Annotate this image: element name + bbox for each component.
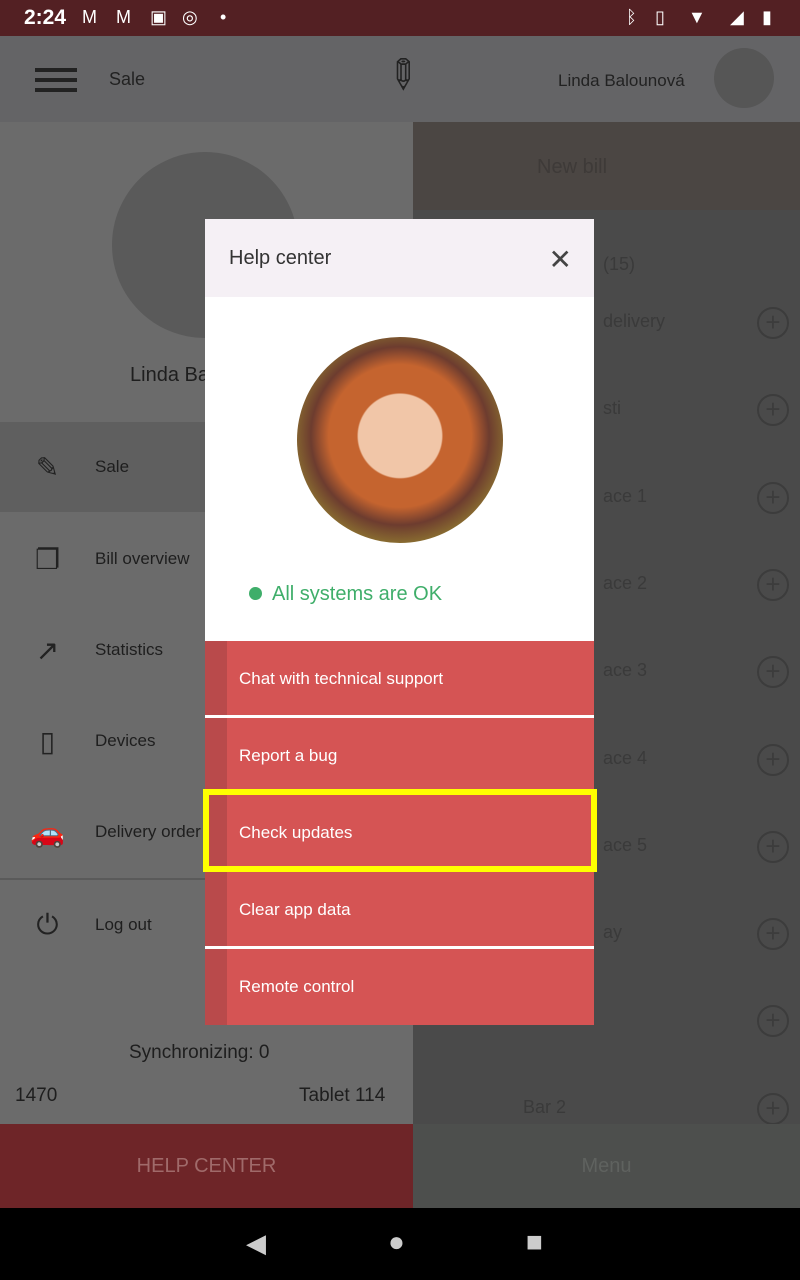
user-name: Linda Balounová <box>558 71 685 90</box>
plus-icon[interactable]: + <box>757 743 789 776</box>
section-title: Sale <box>109 69 146 89</box>
help-center-button[interactable]: HELP CENTER <box>0 1124 413 1208</box>
new-bill-button[interactable]: New bill <box>413 122 800 210</box>
list-item-label: sti <box>603 398 621 419</box>
close-icon[interactable]: ✕ <box>549 243 572 276</box>
sidebar-user-name: Linda Ba <box>130 364 209 386</box>
plus-icon[interactable]: + <box>757 1092 789 1125</box>
app-header: Sale ✎ Linda Balounová <box>0 36 800 122</box>
plus-icon[interactable]: + <box>757 656 789 689</box>
list-item-label: ace 3 <box>603 660 648 681</box>
highlight-box <box>203 789 597 872</box>
bluetooth-icon: ᛒ <box>626 7 637 27</box>
plus-icon[interactable]: + <box>757 830 789 863</box>
home-icon[interactable]: ● <box>388 1226 405 1258</box>
label: Sale <box>95 457 130 476</box>
status-bar: 2:24 M M ▣ ◎ • ᛒ ▯ ▼ ◢ ▮ <box>0 0 800 36</box>
list-item-label: ace 2 <box>603 572 648 593</box>
plus-icon[interactable]: + <box>757 394 789 427</box>
trend-icon: ↗ <box>35 634 60 666</box>
label: Devices <box>95 731 156 750</box>
plus-icon[interactable]: + <box>757 307 789 339</box>
rocket-fork-logo-icon: ✎ <box>374 47 430 103</box>
vpn-icon: ◎ <box>182 7 198 27</box>
dot-icon: • <box>220 7 227 27</box>
rocket-fork-icon: ✎ <box>35 451 60 483</box>
hamburger-menu-icon[interactable] <box>35 68 77 72</box>
list-item-label: ace 4 <box>603 747 648 768</box>
label: Statistics <box>95 640 164 659</box>
clear-app-data-button[interactable]: Clear app data <box>205 872 594 948</box>
list-item-label: ace 1 <box>603 485 648 506</box>
list-item-label: ace 5 <box>603 834 648 855</box>
battery-icon: ▮ <box>762 7 772 27</box>
plus-icon[interactable]: + <box>757 568 789 601</box>
back-icon[interactable]: ◀ <box>246 1228 266 1259</box>
device-name: Tablet 114 <box>299 1085 386 1106</box>
car-icon: 🚗 <box>30 816 65 848</box>
label: Bill overview <box>95 549 190 568</box>
status-dot-icon <box>249 587 262 600</box>
image-icon: ▣ <box>150 7 168 27</box>
help-center-dialog: Help center ✕ All systems are OK Chat wi… <box>205 219 594 1025</box>
recents-icon[interactable]: ■ <box>526 1226 543 1258</box>
system-status: All systems are OK <box>249 583 442 606</box>
gmail-icon: M <box>116 7 131 27</box>
menu-button[interactable]: Menu <box>413 1124 800 1208</box>
plus-icon[interactable]: + <box>757 918 789 951</box>
new-bill-label: New bill <box>537 156 608 178</box>
tablet-icon: ▯ <box>39 725 56 757</box>
gmail-icon: M <box>82 7 97 27</box>
plus-icon[interactable]: + <box>757 481 789 514</box>
sync-status: Synchronizing: 0 <box>129 1042 270 1063</box>
documents-icon: ❐ <box>34 543 61 575</box>
status-text: All systems are OK <box>272 583 443 605</box>
support-agent-photo <box>297 337 503 543</box>
account-id: 1470 <box>15 1085 58 1106</box>
report-bug-button[interactable]: Report a bug <box>205 718 594 794</box>
power-icon: ⏻ <box>36 908 59 940</box>
nav-bar: ◀ ● ■ <box>0 1208 800 1280</box>
chat-support-button[interactable]: Chat with technical support <box>205 641 594 717</box>
dialog-title: Help center <box>229 247 332 269</box>
list-item-label: ay <box>603 922 623 943</box>
count: (15) <box>603 254 636 274</box>
list-item-label: Bar 2 <box>523 1096 567 1117</box>
vibrate-icon: ▯ <box>655 7 665 27</box>
clock: 2:24 <box>24 6 67 29</box>
avatar[interactable] <box>714 48 774 108</box>
dialog-header: Help center ✕ <box>205 219 594 297</box>
remote-control-button[interactable]: Remote control <box>205 949 594 1025</box>
list-item-label: delivery <box>603 311 666 331</box>
wifi-icon: ▼ <box>688 7 706 27</box>
label: Delivery order <box>95 822 201 841</box>
label: Log out <box>95 915 152 934</box>
plus-icon[interactable]: + <box>757 1005 789 1038</box>
signal-icon: ◢ <box>730 7 744 27</box>
